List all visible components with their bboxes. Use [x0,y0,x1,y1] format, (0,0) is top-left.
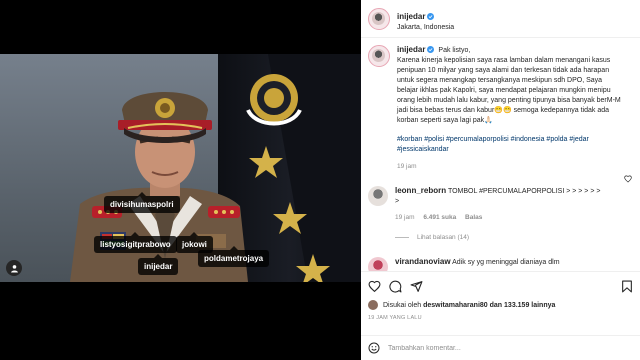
tag-poldametrojaya[interactable]: poldametrojaya [198,246,270,267]
likes-prefix: Disukai oleh [383,301,422,309]
add-comment-bar [361,335,640,360]
emoji-icon[interactable] [368,342,380,354]
comment-time: 19 jam [395,214,415,221]
caption-username[interactable]: inijedar [397,45,425,54]
view-replies-link[interactable]: Lihat balasan (14) [395,234,633,241]
post-image-panel: divisihumaspolri listyosigitprabowo joko… [0,0,361,360]
comment-icon[interactable] [389,280,402,293]
likes-summary: Disukai oleh deswitamaharani80 dan 133.1… [368,300,633,310]
likes-count[interactable]: dan 133.159 lainnya [490,302,556,309]
caption-hashtags[interactable]: #korban #polisi #percumalaporpolisi #ind… [397,135,623,155]
author-username[interactable]: inijedar [397,12,425,21]
comments-section[interactable]: inijedar Pak listyo, Karena kinerja kepo… [361,39,640,271]
caption-greeting: Pak listyo, [438,47,471,54]
verified-badge-icon [427,13,435,20]
tagged-users-button[interactable] [6,260,22,276]
post-actions: Disukai oleh deswitamaharani80 dan 133.1… [361,271,640,335]
liker-avatar[interactable] [368,300,378,310]
verified-badge-icon [427,46,435,53]
liker-username[interactable]: deswitamaharani80 [423,302,488,309]
post-details-panel: inijedar Jakarta, Indonesia inijedar Pak… [361,0,640,360]
author-avatar[interactable] [368,7,390,30]
caption-avatar[interactable] [368,45,390,67]
post-location[interactable]: Jakarta, Indonesia [397,24,454,31]
comment-likes[interactable]: 6.491 suka [423,214,456,221]
caption-body: Karena kinerja kepolisian saya rasa lamb… [397,57,621,124]
comment-like-heart-icon[interactable] [624,175,632,183]
caption: inijedar Pak listyo, Karena kinerja kepo… [368,45,633,172]
commenter-username[interactable]: virandanoviaw [395,257,451,266]
post-photo[interactable]: divisihumaspolri listyosigitprabowo joko… [0,54,361,282]
heart-icon[interactable] [368,280,381,293]
post-modal: divisihumaspolri listyosigitprabowo joko… [0,0,640,360]
comment-text: Adik sy yg meninggal dianiaya dlm [452,259,560,266]
person-icon [10,264,18,273]
post-header: inijedar Jakarta, Indonesia [361,0,640,38]
comment-input[interactable] [388,344,588,352]
caption-time: 19 jam [397,163,417,170]
comment-item: leonn_reborn TOMBOL #PERCUMALAPORPOLISI … [368,175,633,223]
bookmark-icon[interactable] [621,280,633,293]
share-icon[interactable] [410,280,423,293]
tag-divisihumaspolri[interactable]: divisihumaspolri [104,192,180,213]
comment-item: virandanoviaw Adik sy yg meninggal diani… [368,257,633,271]
reply-button[interactable]: Balas [465,214,482,221]
commenter-username[interactable]: leonn_reborn [395,186,446,195]
commenter-avatar[interactable] [368,257,388,271]
commenter-avatar[interactable] [368,186,388,206]
tag-inijedar[interactable]: inijedar [138,254,179,275]
tag-listyosigitprabowo[interactable]: listyosigitprabowo [94,232,177,253]
post-timestamp: 19 JAM YANG LALU [368,315,422,321]
